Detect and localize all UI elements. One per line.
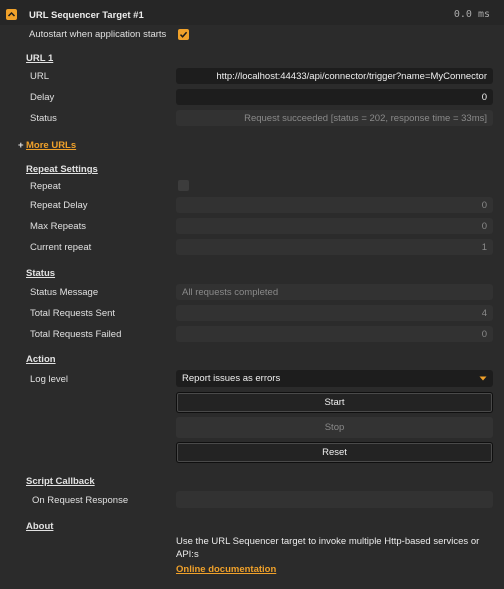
total-failed-label: Total Requests Failed xyxy=(30,329,122,340)
delay-input[interactable]: 0 xyxy=(176,89,493,105)
panel-title: URL Sequencer Target #1 xyxy=(29,10,144,21)
status-message-value: All requests completed xyxy=(176,284,493,300)
url-input[interactable]: http://localhost:44433/api/connector/tri… xyxy=(176,68,493,84)
section-status: Status xyxy=(26,268,56,279)
log-level-label: Log level xyxy=(30,374,69,385)
online-documentation-link[interactable]: Online documentation xyxy=(176,564,276,575)
current-repeat-label: Current repeat xyxy=(30,242,92,253)
section-about: About xyxy=(26,521,54,532)
autostart-checkbox[interactable] xyxy=(178,29,189,40)
max-repeats-label: Max Repeats xyxy=(30,221,86,232)
url-status-value: Request succeeded [status = 202, respons… xyxy=(176,110,493,126)
autostart-label: Autostart when application starts xyxy=(29,29,167,40)
delay-label: Delay xyxy=(30,92,55,103)
more-urls-plus: + xyxy=(18,140,24,151)
on-request-response-label: On Request Response xyxy=(32,495,129,506)
current-repeat-value: 1 xyxy=(176,239,493,255)
status-label: Status xyxy=(30,113,57,124)
reset-button[interactable]: Reset xyxy=(176,442,493,463)
caret-down-icon xyxy=(479,376,487,381)
about-description: Use the URL Sequencer target to invoke m… xyxy=(176,536,480,560)
section-url-1: URL 1 xyxy=(26,53,54,64)
url-label: URL xyxy=(30,71,50,82)
repeat-delay-label: Repeat Delay xyxy=(30,200,88,211)
total-failed-value: 0 xyxy=(176,326,493,342)
max-repeats-value: 0 xyxy=(176,218,493,234)
repeat-checkbox[interactable] xyxy=(178,180,189,191)
on-request-response-input[interactable] xyxy=(176,491,493,508)
section-action: Action xyxy=(26,354,56,365)
collapse-button[interactable] xyxy=(6,9,17,20)
total-sent-value: 4 xyxy=(176,305,493,321)
section-script-callback: Script Callback xyxy=(26,476,95,487)
chevron-up-icon xyxy=(7,11,16,17)
log-level-select[interactable]: Report issues as errors xyxy=(176,370,493,387)
total-sent-label: Total Requests Sent xyxy=(30,308,116,319)
section-repeat-settings: Repeat Settings xyxy=(26,164,98,175)
stop-button[interactable]: Stop xyxy=(176,417,493,438)
log-level-selected: Report issues as errors xyxy=(182,373,281,384)
repeat-label: Repeat xyxy=(30,181,61,192)
elapsed-time: 0.0 ms xyxy=(453,9,490,20)
checkmark-icon xyxy=(179,31,188,38)
more-urls-link[interactable]: More URLs xyxy=(26,140,76,151)
start-button[interactable]: Start xyxy=(176,392,493,413)
repeat-delay-value: 0 xyxy=(176,197,493,213)
status-message-label: Status Message xyxy=(30,287,99,298)
